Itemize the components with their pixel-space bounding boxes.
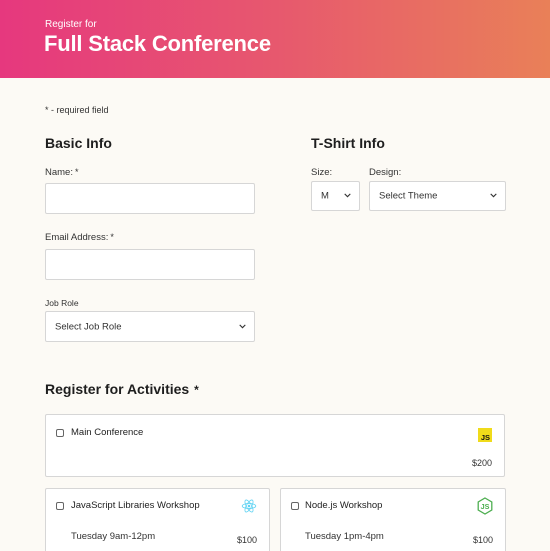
name-label: Name: * (45, 167, 79, 178)
nodejs-icon: JS (477, 497, 493, 515)
chevron-down-icon (239, 324, 246, 328)
javascript-icon: JS (478, 428, 492, 442)
activities-required-star: * (194, 383, 199, 397)
size-selected: M (321, 190, 329, 202)
size-select[interactable]: M (311, 181, 360, 211)
design-label: Design: (369, 167, 402, 178)
tshirt-info-heading: T-Shirt Info (311, 135, 385, 151)
activity-card-js-libraries[interactable]: JavaScript Libraries Workshop Tuesday 9a… (45, 488, 270, 551)
activity-card-main-conference[interactable]: Main Conference JS $200 (45, 414, 505, 477)
basic-info-heading: Basic Info (45, 135, 112, 151)
activity-name: Main Conference (71, 427, 144, 438)
name-required-star: * (74, 167, 79, 177)
page-title: Full Stack Conference (44, 31, 271, 56)
activity-price: $200 (471, 458, 492, 468)
name-field[interactable] (45, 183, 255, 214)
email-label: Email Address: * (45, 232, 114, 243)
page-header: Register for Full Stack Conference (0, 0, 550, 78)
header-subtitle: Register for (45, 19, 97, 30)
design-selected: Select Theme (379, 190, 438, 202)
activity-time: Tuesday 1pm-4pm (305, 531, 384, 542)
job-role-select[interactable]: Select Job Role (45, 311, 255, 342)
js-libraries-checkbox[interactable] (56, 502, 64, 510)
main-conference-checkbox[interactable] (56, 429, 64, 437)
activity-card-nodejs[interactable]: Node.js Workshop JS Tuesday 1pm-4pm $100 (280, 488, 506, 551)
email-label-text: Email Address: (45, 232, 109, 243)
email-required-star: * (110, 232, 114, 242)
chevron-down-icon (490, 193, 497, 198)
react-icon (241, 499, 257, 513)
chevron-down-icon (344, 193, 351, 198)
required-field-note: * - required field (45, 105, 109, 115)
svg-text:JS: JS (481, 502, 490, 511)
activity-time: Tuesday 9am-12pm (71, 531, 156, 542)
design-select[interactable]: Select Theme (369, 181, 506, 211)
activity-price: $100 (472, 535, 493, 545)
nodejs-checkbox[interactable] (291, 502, 299, 510)
activity-name: JavaScript Libraries Workshop (71, 500, 200, 511)
activities-heading: Register for Activities * (45, 381, 199, 397)
size-label: Size: (311, 167, 333, 178)
email-field[interactable] (45, 249, 255, 280)
job-role-label: Job Role (45, 298, 79, 308)
activity-price: $100 (236, 535, 257, 545)
name-label-text: Name: (45, 167, 73, 178)
job-role-selected: Select Job Role (55, 321, 122, 332)
activities-heading-text: Register for Activities (45, 381, 190, 397)
activity-name: Node.js Workshop (305, 500, 383, 511)
